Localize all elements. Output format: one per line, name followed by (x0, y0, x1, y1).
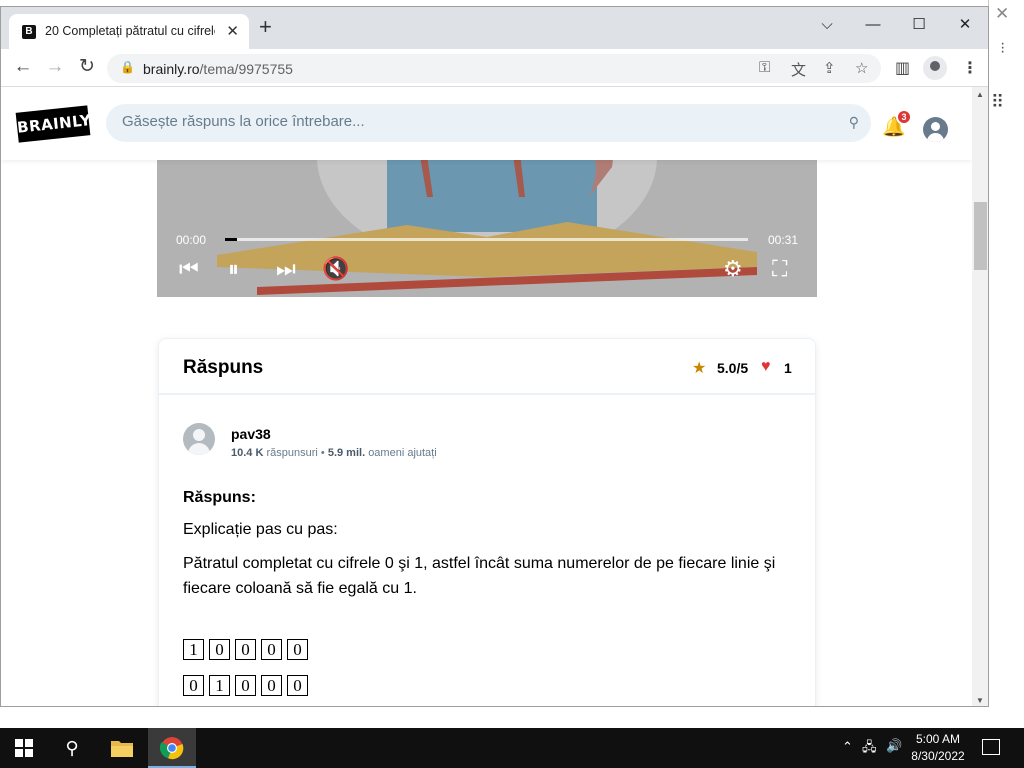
background-window-bottom (0, 706, 1024, 728)
file-explorer-icon[interactable] (98, 728, 146, 768)
answer-card-header: Răspuns ★ 5.0/5 ♥ 1 (159, 339, 815, 395)
grid-cell: 1 (183, 639, 204, 660)
browser-tab[interactable]: B 20 Completați pătratul cu cifrele ✕ (9, 14, 249, 49)
video-total-time: 00:31 (768, 233, 799, 247)
answer-explanation-text: Pătratul completat cu cifrele 0 şi 1, as… (183, 555, 776, 597)
reload-icon[interactable]: ↻ (75, 56, 99, 80)
browser-toolbar: ← → ↻ 🔒 brainly.ro/tema/9975755 ⚿ 文 ⇪ ☆ … (1, 49, 988, 87)
chrome-taskbar-icon[interactable] (148, 728, 196, 768)
brainly-favicon-icon: B (22, 25, 36, 39)
search-bar[interactable]: ⚲ (106, 104, 871, 142)
answer-explanation-label: Explicație pas cu pas: (183, 521, 338, 538)
tab-title: 20 Completați pătratul cu cifrele (45, 24, 215, 38)
fullscreen-icon[interactable]: ⛶ (772, 258, 787, 280)
search-input[interactable] (122, 113, 822, 130)
rating-star-icon: ★ (692, 360, 707, 377)
clock-date: 8/30/2022 (911, 749, 965, 763)
search-icon[interactable]: ⚲ (849, 114, 859, 131)
url-text: brainly.ro/tema/9975755 (143, 61, 293, 77)
grid-cell: 0 (287, 675, 308, 696)
grid-row: 01000 (183, 675, 313, 696)
chrome-menu-icon[interactable]: ⋮ (962, 58, 978, 78)
windows-logo-icon (15, 739, 33, 757)
pause-icon[interactable]: ⏸ (228, 258, 239, 280)
video-current-time: 00:00 (176, 233, 207, 247)
author-stats: 10.4 K răspunsuri • 5.9 mil. oameni ajut… (231, 447, 437, 459)
answers-count: 10.4 K (231, 447, 264, 459)
volume-icon[interactable]: 🔊 (886, 738, 902, 754)
helped-label: oameni ajutați (368, 447, 437, 459)
tray-chevron-icon[interactable]: ⌃ (842, 739, 853, 755)
thanks-heart-icon[interactable]: ♥ (761, 358, 771, 376)
rating-value: 5.0/5 (717, 360, 749, 376)
notification-badge: 3 (896, 109, 912, 125)
taskbar-clock[interactable]: 5:00 AM 8/30/2022 (908, 731, 968, 765)
grid-cell: 0 (261, 675, 282, 696)
skip-back-icon[interactable]: ⏮ (179, 258, 199, 280)
grid-cell: 1 (209, 675, 230, 696)
chrome-logo-icon (159, 737, 184, 760)
forward-arrow-icon[interactable]: → (43, 56, 67, 80)
lock-icon[interactable]: 🔒 (120, 60, 135, 74)
skip-forward-icon[interactable]: ⏭ (276, 258, 296, 280)
start-button[interactable] (0, 728, 48, 768)
user-avatar[interactable] (923, 117, 948, 142)
video-progress-fill (225, 238, 237, 241)
answer-card: Răspuns ★ 5.0/5 ♥ 1 pav38 10.4 K răspuns… (158, 338, 816, 706)
translate-icon[interactable]: 文 (791, 59, 806, 80)
settings-gear-icon[interactable]: ⚙ (723, 258, 743, 280)
site-header: BRAINLY ⚲ 🔔 3 (1, 87, 972, 160)
grid-cell: 0 (235, 675, 256, 696)
mute-icon[interactable]: 🔇 (322, 258, 349, 280)
title-bar: B 20 Completați pătratul cu cifrele ✕ + … (1, 7, 988, 49)
side-panel-icon[interactable]: ▥ (895, 58, 910, 78)
key-icon[interactable]: ⚿ (759, 59, 770, 76)
window-close-icon[interactable]: ✕ (945, 11, 985, 39)
notification-center-icon[interactable] (982, 739, 1000, 755)
new-tab-icon[interactable]: + (259, 16, 272, 38)
taskbar-search-icon[interactable]: ⚲ (48, 728, 96, 768)
scrollbar-thumb[interactable] (974, 202, 987, 270)
answer-title: Răspuns (183, 357, 264, 378)
author-avatar[interactable] (183, 423, 215, 455)
network-icon[interactable]: 🖧 (862, 738, 877, 760)
minimize-icon[interactable]: — (853, 11, 893, 39)
helped-count: 5.9 mil. (327, 447, 366, 459)
brainly-logo[interactable]: BRAINLY (15, 105, 92, 143)
grid-cell: 0 (235, 639, 256, 660)
back-arrow-icon[interactable]: ← (11, 56, 35, 80)
clock-time: 5:00 AM (915, 732, 961, 746)
grid-cell: 0 (209, 639, 230, 660)
more-icon[interactable]: · · · (1000, 36, 1005, 60)
answer-heading: Răspuns: (183, 489, 256, 506)
address-bar[interactable]: 🔒 brainly.ro/tema/9975755 ⚿ 文 ⇪ ☆ (107, 54, 881, 83)
grid-row: 10000 (183, 639, 313, 660)
page-scrollbar[interactable]: ▲ ▼ (972, 87, 988, 706)
folder-icon (111, 741, 133, 757)
author-name[interactable]: pav38 (231, 426, 271, 442)
thanks-count: 1 (784, 360, 792, 376)
video-seek-bar[interactable] (225, 238, 748, 241)
apps-grid-icon[interactable]: ⠿ (991, 92, 1004, 113)
page-viewport: BRAINLY ⚲ 🔔 3 00:00 (1, 87, 972, 706)
scroll-down-icon[interactable]: ▼ (976, 696, 984, 705)
grid-cell: 0 (287, 639, 308, 660)
stats-separator: • (320, 447, 325, 459)
windows-taskbar: ⚲ ⌃ 🖧 🔊 5:00 AM 8/30/2022 (0, 728, 1024, 768)
browser-window: B 20 Completați pătratul cu cifrele ✕ + … (0, 6, 989, 707)
scroll-up-icon[interactable]: ▲ (976, 90, 984, 99)
answers-label: răspunsuri (266, 447, 318, 459)
close-icon[interactable]: ✕ (995, 4, 1009, 24)
grid-cell: 0 (183, 675, 204, 696)
grid-cell: 0 (261, 639, 282, 660)
background-window-edge: ✕ · · · ⠿ (988, 0, 1024, 728)
tab-search-chevron-icon[interactable]: ⌵ (807, 11, 847, 39)
bookmark-star-icon[interactable]: ☆ (855, 59, 868, 77)
profile-icon[interactable] (923, 56, 947, 80)
share-icon[interactable]: ⇪ (823, 59, 836, 77)
maximize-icon[interactable]: ☐ (899, 11, 939, 39)
tab-close-icon[interactable]: ✕ (226, 22, 239, 40)
